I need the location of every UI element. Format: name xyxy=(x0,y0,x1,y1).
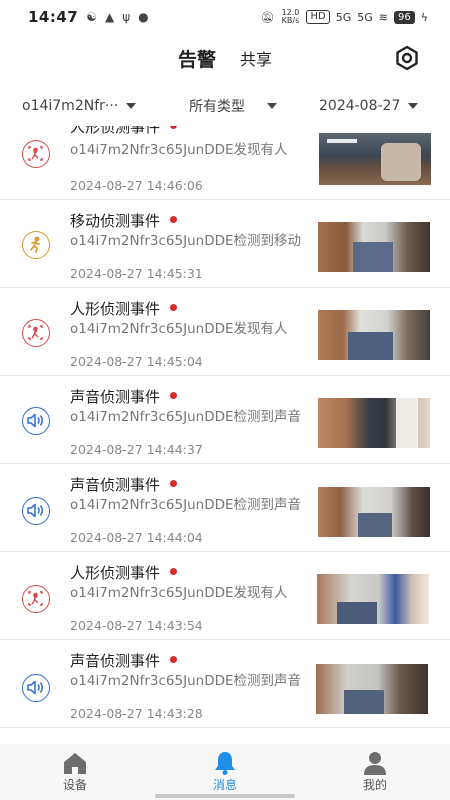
event-list-item[interactable]: 声音侦测事件 o14i7m2Nfr3c65JunDDE检测到声音 2024-08… xyxy=(0,376,450,464)
unread-dot xyxy=(170,216,178,223)
type-filter-value: 所有类型 xyxy=(189,99,245,115)
weather-notification-icon: ▲ xyxy=(105,10,115,24)
status-bar: 14:47 ☯ ▲ ψ ● 🔕︎ 12.0 KB/s HD 5G 5G ≋ 96… xyxy=(0,0,450,34)
event-list-item[interactable]: 移动侦测事件 o14i7m2Nfr3c65JunDDE检测到移动 2024-08… xyxy=(0,200,450,288)
hd-badge: HD xyxy=(306,10,330,24)
app-notification-icon: ☯ xyxy=(86,10,98,24)
event-time: 2024-08-27 14:43:28 xyxy=(70,706,203,721)
unread-dot xyxy=(170,568,178,575)
sound-detect-icon xyxy=(22,674,50,702)
signal-5g-2: 5G xyxy=(357,10,373,24)
person-detect-icon xyxy=(22,585,50,613)
event-time: 2024-08-27 14:45:31 xyxy=(70,266,203,281)
nav-profile-label: 我的 xyxy=(362,778,387,792)
date-filter-value: 2024-08-27 xyxy=(319,98,401,114)
event-time: 2024-08-27 14:44:04 xyxy=(70,530,203,545)
tab-alerts[interactable]: 告警 xyxy=(178,45,216,72)
event-description: o14i7m2Nfr3c65JunDDE发现有人 xyxy=(70,142,288,158)
charging-icon: ϟ xyxy=(420,10,428,24)
filter-bar: o14i7m2Nfr··· 所有类型 2024-08-27 xyxy=(0,86,450,126)
network-speed: 12.0 KB/s xyxy=(281,8,300,25)
event-time: 2024-08-27 14:43:54 xyxy=(70,618,203,633)
event-snapshot-thumbnail[interactable] xyxy=(318,398,430,448)
event-title: 声音侦测事件 xyxy=(70,650,178,671)
sound-detect-icon xyxy=(22,497,50,525)
status-time: 14:47 xyxy=(28,8,79,26)
event-description: o14i7m2Nfr3c65JunDDE发现有人 xyxy=(70,321,288,337)
event-snapshot-thumbnail[interactable] xyxy=(318,222,430,272)
event-list[interactable]: 人形侦测事件 o14i7m2Nfr3c65JunDDE发现有人 2024-08-… xyxy=(0,126,450,744)
event-title: 移动侦测事件 xyxy=(70,210,178,231)
nav-profile[interactable]: 我的 xyxy=(300,744,450,800)
bottom-navigation: 设备 消息 我的 xyxy=(0,744,450,800)
unread-dot xyxy=(170,304,178,311)
unread-dot xyxy=(170,656,178,663)
person-detect-icon xyxy=(22,319,50,347)
nav-messages-label: 消息 xyxy=(212,778,237,792)
event-time: 2024-08-27 14:44:37 xyxy=(70,442,203,457)
event-list-item[interactable]: 人形侦测事件 o14i7m2Nfr3c65JunDDE发现有人 2024-08-… xyxy=(0,552,450,640)
chevron-down-icon xyxy=(408,103,419,109)
event-snapshot-thumbnail[interactable] xyxy=(316,664,428,714)
chevron-down-icon xyxy=(126,103,137,109)
nav-messages[interactable]: 消息 xyxy=(150,744,300,800)
page-header: 告警 共享 xyxy=(0,34,450,82)
event-snapshot-thumbnail[interactable] xyxy=(318,487,430,537)
event-title: 声音侦测事件 xyxy=(70,386,178,407)
tab-share[interactable]: 共享 xyxy=(240,46,272,70)
motion-detect-icon xyxy=(22,231,50,259)
event-snapshot-thumbnail[interactable] xyxy=(318,310,430,360)
event-list-item[interactable]: 声音侦测事件 o14i7m2Nfr3c65JunDDE检测到声音 2024-08… xyxy=(0,640,450,728)
home-icon xyxy=(64,753,86,774)
event-title: 人形侦测事件 xyxy=(70,298,178,319)
event-description: o14i7m2Nfr3c65JunDDE检测到声音 xyxy=(70,673,302,689)
event-title: 声音侦测事件 xyxy=(70,474,178,495)
event-list-item[interactable]: 人形侦测事件 o14i7m2Nfr3c65JunDDE发现有人 2024-08-… xyxy=(0,126,450,200)
mute-icon: 🔕︎ xyxy=(260,10,275,24)
event-time: 2024-08-27 14:45:04 xyxy=(70,354,203,369)
event-title: 人形侦测事件 xyxy=(70,126,178,137)
event-list-item[interactable]: 人形侦测事件 o14i7m2Nfr3c65JunDDE发现有人 2024-08-… xyxy=(0,288,450,376)
type-filter-dropdown[interactable]: 所有类型 xyxy=(189,96,277,116)
event-list-item[interactable]: 声音侦测事件 o14i7m2Nfr3c65JunDDE检测到声音 2024-08… xyxy=(0,464,450,552)
nav-devices-label: 设备 xyxy=(62,778,87,792)
device-filter-dropdown[interactable]: o14i7m2Nfr··· xyxy=(22,98,137,114)
user-icon xyxy=(364,752,386,775)
home-indicator[interactable] xyxy=(155,794,295,798)
event-description: o14i7m2Nfr3c65JunDDE发现有人 xyxy=(70,585,288,601)
usb-icon: ψ xyxy=(122,10,131,24)
unread-dot xyxy=(170,126,178,129)
battery-level: 96 xyxy=(394,10,415,24)
wifi-icon: ≋ xyxy=(378,10,388,24)
signal-5g-1: 5G xyxy=(335,10,352,24)
event-time: 2024-08-27 14:46:06 xyxy=(70,178,203,193)
event-description: o14i7m2Nfr3c65JunDDE检测到声音 xyxy=(70,409,302,425)
unread-dot xyxy=(170,392,178,399)
settings-gear-icon[interactable] xyxy=(394,45,420,71)
nav-devices[interactable]: 设备 xyxy=(0,744,150,800)
event-snapshot-thumbnail[interactable] xyxy=(317,574,429,624)
sound-detect-icon xyxy=(22,407,50,435)
event-snapshot-thumbnail[interactable] xyxy=(319,133,431,185)
device-filter-value: o14i7m2Nfr··· xyxy=(22,98,119,114)
chevron-down-icon xyxy=(267,103,277,109)
unread-dot xyxy=(170,480,178,487)
event-description: o14i7m2Nfr3c65JunDDE检测到声音 xyxy=(70,497,302,513)
message-notification-icon: ● xyxy=(138,10,149,24)
event-description: o14i7m2Nfr3c65JunDDE检测到移动 xyxy=(70,233,302,249)
date-filter-dropdown[interactable]: 2024-08-27 xyxy=(319,98,419,114)
bell-icon xyxy=(215,752,235,775)
person-detect-icon xyxy=(22,140,50,168)
event-title: 人形侦测事件 xyxy=(70,562,178,583)
